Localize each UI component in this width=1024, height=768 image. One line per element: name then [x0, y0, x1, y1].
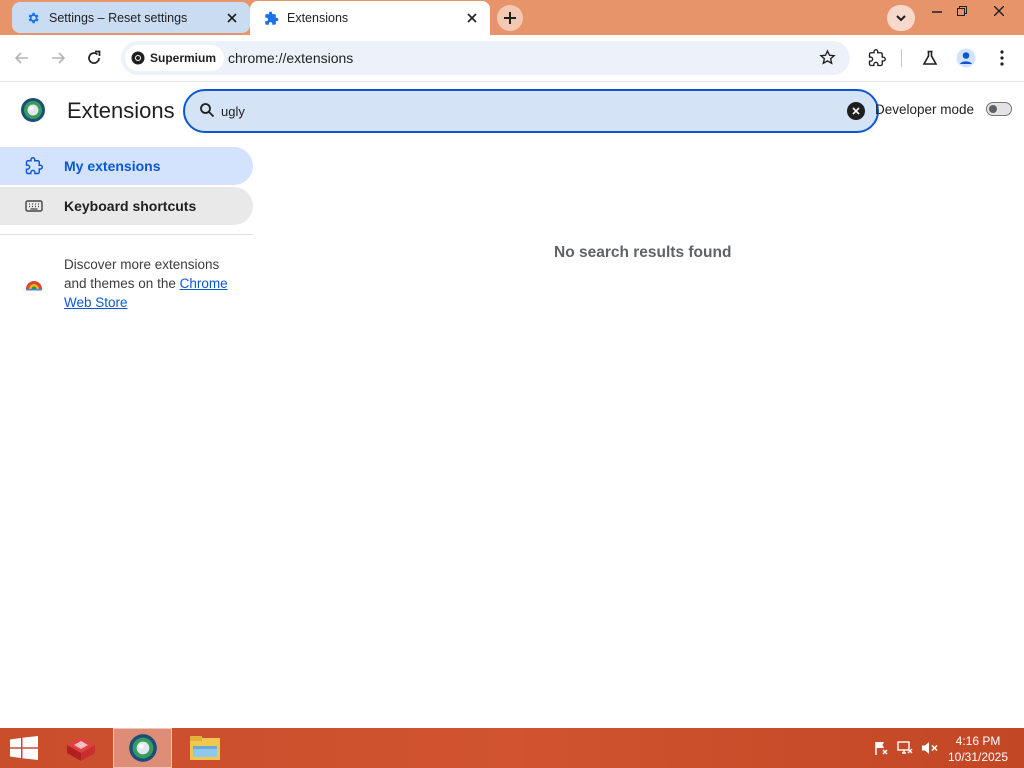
- discover-text: Discover more extensions and themes on t…: [64, 255, 244, 312]
- puzzle-icon: [263, 10, 279, 26]
- bookmark-star-icon[interactable]: [819, 49, 836, 71]
- close-tab-icon[interactable]: [464, 10, 480, 26]
- restore-button[interactable]: [945, 0, 979, 22]
- keyboard-icon: [22, 199, 46, 213]
- avatar-icon: [956, 48, 976, 68]
- arrow-left-icon: [14, 52, 28, 64]
- tab-extensions[interactable]: Extensions: [250, 1, 490, 35]
- extensions-icon: [22, 157, 46, 175]
- folder-icon: [190, 736, 220, 760]
- reload-button[interactable]: [79, 43, 109, 73]
- network-icon[interactable]: [897, 740, 915, 761]
- chevron-down-icon: [896, 14, 906, 21]
- extensions-menu-button[interactable]: [862, 43, 892, 73]
- search-box[interactable]: [183, 89, 879, 133]
- sidebar-item-keyboard-shortcuts[interactable]: Keyboard shortcuts: [0, 187, 253, 225]
- sidebar-divider: [0, 234, 253, 235]
- labs-button[interactable]: [915, 43, 945, 73]
- kebab-menu-icon: [1000, 50, 1004, 66]
- action-center-flag-icon[interactable]: [873, 740, 889, 761]
- close-tab-icon[interactable]: [224, 10, 240, 26]
- flask-icon: [922, 50, 938, 65]
- system-clock[interactable]: 4:16 PM 10/31/2025: [943, 733, 1013, 765]
- reload-icon: [88, 50, 101, 64]
- gear-icon: [25, 10, 41, 26]
- taskbar-app-file-explorer[interactable]: [182, 728, 228, 768]
- back-button[interactable]: [7, 43, 37, 73]
- close-icon: [994, 6, 1004, 16]
- sidebar-item-label: Keyboard shortcuts: [64, 198, 197, 214]
- clear-search-button[interactable]: [847, 102, 865, 120]
- tab-title: Extensions: [287, 11, 349, 25]
- browser-toolbar: Supermium chrome://extensions: [0, 35, 1024, 82]
- tab-settings[interactable]: Settings – Reset settings: [12, 2, 250, 33]
- sidebar-item-my-extensions[interactable]: My extensions: [0, 147, 253, 185]
- tab-title: Settings – Reset settings: [49, 10, 188, 25]
- chrome-logo-icon: [131, 51, 145, 65]
- close-window-button[interactable]: [982, 0, 1016, 22]
- site-chip[interactable]: Supermium: [125, 45, 225, 71]
- supermium-logo-icon: [20, 97, 46, 128]
- puzzle-icon: [868, 49, 886, 67]
- plus-icon: [504, 12, 516, 24]
- sidebar-item-label: My extensions: [64, 158, 161, 174]
- forward-button[interactable]: [43, 43, 73, 73]
- taskbar-app-toolbox[interactable]: [57, 728, 105, 768]
- toolbar-divider: [901, 49, 902, 67]
- supermium-logo-icon: [128, 734, 157, 762]
- no-results-message: No search results found: [554, 244, 732, 261]
- clock-date: 10/31/2025: [947, 750, 1009, 764]
- page-title: Extensions: [67, 98, 175, 123]
- start-button[interactable]: [0, 728, 48, 768]
- windows-logo-icon: [10, 736, 38, 760]
- close-icon: [852, 107, 860, 115]
- menu-button[interactable]: [987, 43, 1017, 73]
- restore-icon: [957, 6, 967, 16]
- url-text[interactable]: chrome://extensions: [228, 50, 353, 66]
- new-tab-button[interactable]: [497, 5, 523, 31]
- developer-mode-label: Developer mode: [875, 102, 975, 117]
- volume-muted-icon[interactable]: [921, 740, 939, 761]
- search-input[interactable]: [221, 101, 821, 121]
- minimize-icon: [932, 11, 942, 13]
- windows-taskbar: [0, 728, 1024, 768]
- chrome-web-store-icon: [25, 275, 43, 296]
- site-chip-label: Supermium: [150, 51, 217, 65]
- tab-search-button[interactable]: [887, 5, 915, 31]
- taskbar-app-supermium[interactable]: [113, 728, 172, 768]
- search-icon: [199, 102, 215, 123]
- profile-button[interactable]: [951, 43, 981, 73]
- toggle-knob: [989, 105, 997, 113]
- address-bar[interactable]: Supermium chrome://extensions: [121, 41, 850, 75]
- title-bar: Settings – Reset settings Extensions: [0, 0, 1024, 35]
- arrow-right-icon: [52, 52, 66, 64]
- toolbox-icon: [67, 737, 95, 761]
- clock-time: 4:16 PM: [955, 734, 1001, 748]
- developer-mode-toggle[interactable]: [986, 102, 1012, 116]
